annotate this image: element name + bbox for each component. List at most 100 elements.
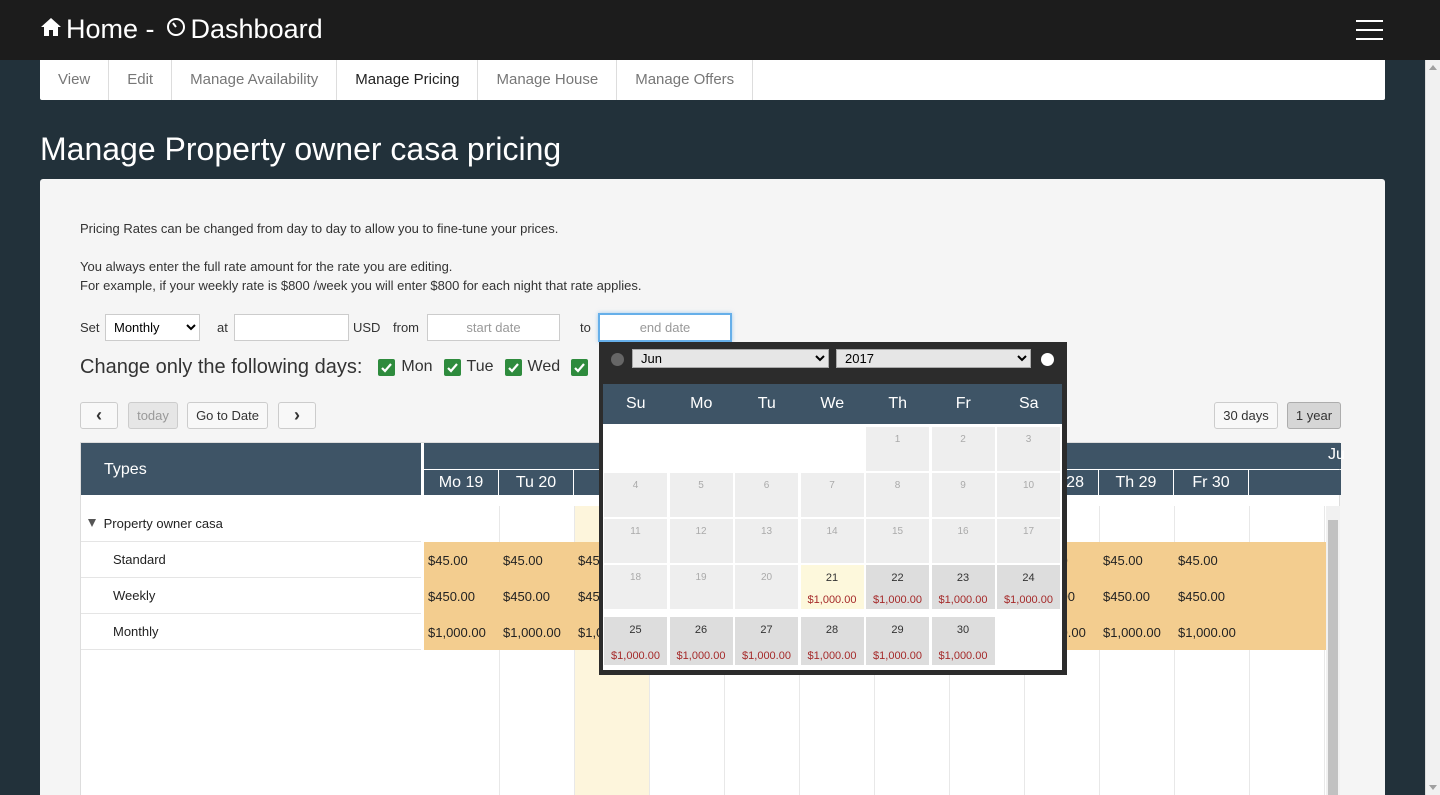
calendar-day[interactable]: 24 $1,000.00 (997, 565, 1060, 609)
day-number: 30 (956, 624, 970, 636)
day-number: 27 (760, 624, 773, 636)
price-cell[interactable]: $45.00 (428, 553, 468, 568)
day-label-wed: Wed (527, 358, 561, 375)
day-checkbox-mon[interactable]: Mon (378, 358, 433, 376)
calendar-day[interactable]: 13 (735, 519, 798, 563)
price-cell[interactable]: $45 (578, 589, 600, 604)
calendar-day[interactable]: 12 (669, 519, 733, 563)
price-cell[interactable]: $1,000.00 (1103, 625, 1161, 640)
range-30-days-button[interactable]: 30 days (1214, 402, 1278, 429)
checkbox-checked-icon[interactable] (504, 358, 522, 376)
calendar-day[interactable]: 15 (866, 519, 929, 563)
scroll-down-icon[interactable] (1429, 785, 1437, 790)
calendar-day[interactable]: 3 (997, 427, 1060, 471)
tab-manage-house[interactable]: Manage House (478, 60, 618, 100)
price-cell[interactable]: $1,000.00 (1178, 625, 1236, 640)
tab-manage-availability[interactable]: Manage Availability (172, 60, 338, 100)
calendar-day[interactable]: 21 $1,000.00 (800, 565, 864, 609)
calendar-day[interactable]: 6 (735, 473, 798, 517)
today-button[interactable]: today (128, 402, 178, 429)
calendar-day[interactable]: 16 (931, 519, 995, 563)
to-label: to (580, 320, 591, 335)
year-select[interactable]: 2017 (836, 349, 1031, 368)
start-date-input[interactable] (427, 314, 560, 341)
price-cell[interactable]: $1,000.00 (428, 625, 486, 640)
calendar-day[interactable]: 26 $1,000.00 (669, 617, 733, 665)
next-button[interactable]: › (278, 402, 316, 429)
page-scrollbar[interactable] (1425, 60, 1440, 795)
price-cell[interactable]: $450.00 (1103, 589, 1150, 604)
calendar-day[interactable]: 14 (800, 519, 864, 563)
next-month-icon[interactable] (1041, 353, 1054, 366)
calendar-day[interactable]: 25 $1,000.00 (604, 617, 667, 665)
day-checkbox-tue[interactable]: Tue (443, 358, 494, 376)
price-cell[interactable]: $450.00 (503, 589, 550, 604)
amount-input[interactable] (234, 314, 349, 341)
calendar-day[interactable]: 27 $1,000.00 (735, 617, 798, 665)
calendar-day[interactable]: 1 (866, 427, 929, 471)
calendar-day[interactable]: 11 (604, 519, 667, 563)
checkbox-checked-icon[interactable] (378, 358, 396, 376)
checkbox-checked-icon[interactable] (443, 358, 461, 376)
date-column-header: Mo 19 (424, 470, 499, 495)
tab-edit[interactable]: Edit (109, 60, 173, 100)
scrollbar-thumb[interactable] (1328, 520, 1338, 795)
price-cell[interactable]: $45.00 (1103, 553, 1143, 568)
price-cell[interactable]: $1,000.00 (503, 625, 561, 640)
price-cell[interactable]: $45.00 (1178, 553, 1218, 568)
tab-view[interactable]: View (40, 60, 110, 100)
price-cell[interactable]: $45.00 (503, 553, 543, 568)
calendar-day[interactable]: 29 $1,000.00 (866, 617, 929, 665)
calendar-day[interactable]: 10 (997, 473, 1060, 517)
day-number: 12 (695, 526, 707, 537)
day-checkbox-thu[interactable] (571, 358, 594, 376)
go-to-date-button[interactable]: Go to Date (187, 402, 268, 429)
collapse-triangle-icon[interactable] (88, 519, 96, 527)
day-checkbox-wed[interactable]: Wed (504, 358, 561, 376)
day-number: 28 (825, 624, 839, 636)
calendar-day[interactable]: 17 (997, 519, 1060, 563)
calendar-day[interactable]: 20 (735, 565, 798, 609)
day-number: 24 (1022, 572, 1035, 584)
price-cell[interactable]: $450.00 (1178, 589, 1225, 604)
range-1-year-button[interactable]: 1 year (1287, 402, 1341, 429)
day-price: $1,000.00 (676, 650, 726, 662)
calendar-day[interactable]: 7 (800, 473, 864, 517)
calendar-day[interactable]: 30 $1,000.00 (931, 617, 995, 665)
home-icon[interactable] (40, 14, 66, 45)
price-cell[interactable]: $450.00 (428, 589, 475, 604)
type-group-row[interactable]: Property owner casa (81, 506, 421, 542)
home-link[interactable]: Home - (66, 14, 155, 45)
month-select[interactable]: Jun (632, 349, 829, 368)
calendar-day[interactable]: 22 $1,000.00 (866, 565, 929, 609)
menu-toggle-button[interactable] (1356, 20, 1383, 40)
calendar-day[interactable]: 2 (931, 427, 995, 471)
rate-type-select[interactable]: Monthly (105, 314, 200, 341)
tab-manage-pricing[interactable]: Manage Pricing (337, 60, 479, 100)
day-price: $1,000.00 (873, 650, 922, 662)
scroll-up-icon[interactable] (1429, 65, 1437, 70)
checkbox-checked-icon[interactable] (571, 358, 589, 376)
prev-month-icon[interactable] (611, 353, 624, 366)
calendar-day[interactable]: 23 $1,000.00 (931, 565, 995, 609)
day-number: 7 (829, 480, 835, 491)
weekday-label: Su (625, 395, 646, 412)
types-header: Types (81, 443, 421, 495)
info-text-3: For example, if your weekly rate is $800… (80, 278, 642, 293)
calendar-day[interactable]: 5 (669, 473, 733, 517)
calendar-day[interactable]: 28 $1,000.00 (800, 617, 864, 665)
set-label: Set (80, 320, 100, 335)
tab-manage-offers[interactable]: Manage Offers (617, 60, 754, 100)
day-number: 22 (891, 572, 904, 584)
price-cell[interactable]: $45 (578, 553, 600, 568)
calendar-day[interactable]: 19 (669, 565, 733, 609)
scheduler-scrollbar[interactable] (1326, 506, 1340, 795)
dashboard-link[interactable]: Dashboard (191, 14, 323, 45)
end-date-input[interactable] (598, 313, 732, 342)
calendar-day[interactable]: 9 (931, 473, 995, 517)
day-label-mon: Mon (401, 358, 433, 375)
prev-button[interactable]: ‹ (80, 402, 118, 429)
calendar-day[interactable]: 4 (604, 473, 667, 517)
calendar-day[interactable]: 18 (604, 565, 667, 609)
calendar-day[interactable]: 8 (866, 473, 929, 517)
